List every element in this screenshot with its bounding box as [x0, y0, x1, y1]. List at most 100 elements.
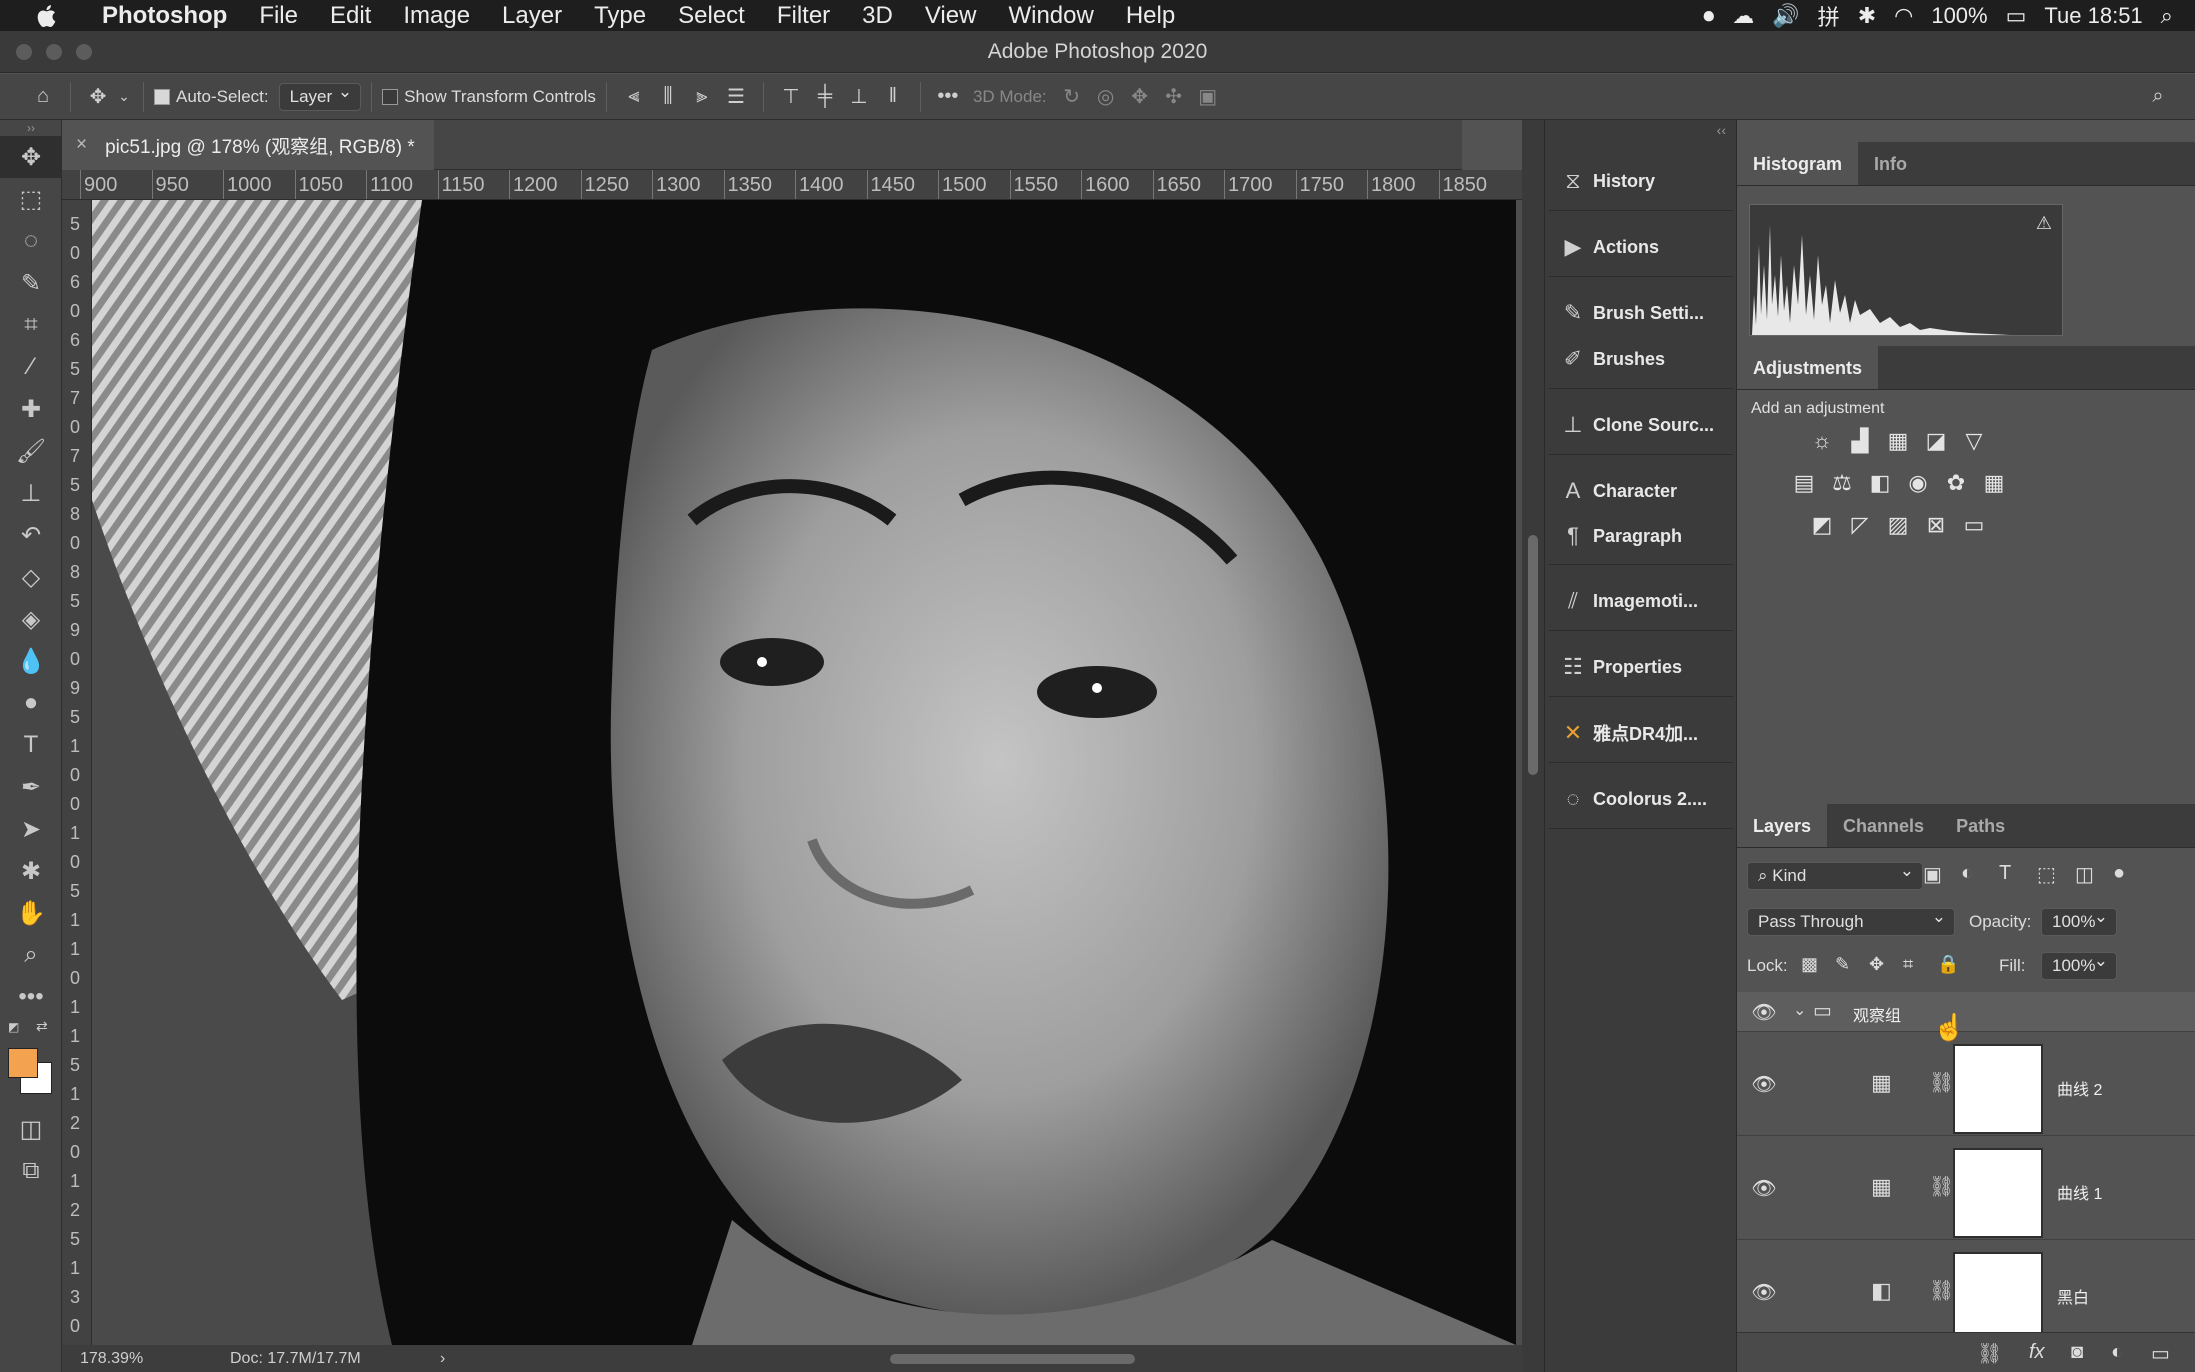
path-select-tool-icon[interactable]: ➤ — [0, 808, 62, 850]
volume-icon[interactable]: 🔊 — [1772, 3, 1799, 29]
default-colors-icon[interactable]: ◩ — [8, 1020, 19, 1034]
menu-edit[interactable]: Edit — [330, 2, 371, 30]
search-icon[interactable]: ⌕ — [2141, 80, 2175, 114]
levels-icon[interactable]: ▟ — [1845, 426, 1875, 456]
more-options-icon[interactable]: ••• — [931, 80, 965, 114]
blur-tool-icon[interactable]: 💧 — [0, 640, 62, 682]
dock-brushes[interactable]: ✐ Brushes — [1553, 338, 1731, 380]
add-mask-icon[interactable]: ◙ — [2071, 1341, 2083, 1364]
posterize-icon[interactable]: ◸ — [1845, 510, 1875, 540]
screen-record-icon[interactable]: ⏺ — [1703, 3, 1714, 29]
brush-tool-icon[interactable]: 🖌 — [0, 430, 62, 472]
battery-icon[interactable]: ▭ — [2006, 3, 2027, 29]
home-icon[interactable]: ⌂ — [26, 80, 60, 114]
menu-layer[interactable]: Layer — [502, 2, 562, 30]
vertical-scrollbar[interactable] — [1522, 120, 1544, 1372]
fill-input[interactable]: 100% — [2041, 951, 2117, 980]
filter-smart-object-icon[interactable]: ◫ — [2075, 862, 2094, 887]
dock-brush-settings[interactable]: ✎ Brush Setti... — [1553, 292, 1731, 334]
layer-row[interactable]: 👁 ◧ ⛓ 黑白 — [1737, 1240, 2195, 1344]
align-right-icon[interactable]: ⫸ — [685, 80, 719, 114]
window-minimize-button[interactable] — [46, 44, 62, 60]
auto-select-dropdown[interactable]: Layer — [278, 82, 362, 111]
menu-file[interactable]: File — [259, 2, 298, 30]
link-icon[interactable]: ⛓ — [1929, 1174, 1954, 1199]
wifi-icon[interactable]: ◠ — [1894, 3, 1913, 29]
selective-color-icon[interactable]: ⊠ — [1921, 510, 1951, 540]
menu-type[interactable]: Type — [594, 2, 646, 30]
menu-select[interactable]: Select — [678, 2, 745, 30]
curves-icon[interactable]: ▦ — [1883, 426, 1913, 456]
hand-tool-icon[interactable]: ✋ — [0, 892, 62, 934]
color-lookup-icon[interactable]: ▦ — [1979, 468, 2009, 498]
channel-mixer-icon[interactable]: ✿ — [1941, 468, 1971, 498]
blend-mode-dropdown[interactable]: Pass Through — [1747, 907, 1955, 936]
threshold-icon[interactable]: ▨ — [1883, 510, 1913, 540]
hue-saturation-icon[interactable]: ▤ — [1789, 468, 1819, 498]
dock-actions[interactable]: ▶ Actions — [1553, 226, 1731, 268]
spotlight-search-icon[interactable]: ⌕ — [2161, 3, 2173, 29]
horizontal-scrollbar-thumb[interactable] — [890, 1354, 1135, 1364]
tab-paths[interactable]: Paths — [1940, 804, 2021, 847]
menu-view[interactable]: View — [925, 2, 977, 30]
3d-camera-icon[interactable]: ▣ — [1191, 80, 1225, 114]
link-layers-icon[interactable]: ⛓ — [1977, 1341, 2002, 1366]
filter-kind-dropdown[interactable]: ⌕ Kind — [1747, 861, 1923, 890]
dock-collapse-icon[interactable]: ‹‹ — [1717, 122, 1726, 138]
edit-toolbar-icon[interactable]: ••• — [0, 976, 62, 1018]
exposure-icon[interactable]: ◪ — [1921, 426, 1951, 456]
lock-transparent-icon[interactable]: ▩ — [1801, 954, 1818, 975]
history-brush-tool-icon[interactable]: ↶ — [0, 514, 62, 556]
filter-shape-icon[interactable]: ⬚ — [2037, 862, 2056, 887]
shape-tool-icon[interactable]: ✱ — [0, 850, 62, 892]
lasso-tool-icon[interactable]: ◌ — [0, 220, 62, 262]
show-transform-checkbox[interactable] — [382, 88, 399, 105]
crop-tool-icon[interactable]: ⌗ — [0, 304, 62, 346]
layer-row[interactable]: 👁 ▦ ⛓ 曲线 1 — [1737, 1136, 2195, 1240]
invert-icon[interactable]: ◩ — [1807, 510, 1837, 540]
align-center-icon[interactable]: ⫼ — [651, 80, 685, 114]
distribute-vertical-icon[interactable]: ‖ — [876, 80, 910, 114]
layer-name[interactable]: 观察组 — [1853, 1002, 1901, 1026]
document-image[interactable] — [92, 200, 1516, 1345]
chevron-down-icon[interactable]: ⌄ — [1793, 1000, 1806, 1020]
menu-app-name[interactable]: Photoshop — [102, 2, 227, 30]
distribute-icon[interactable]: ☰ — [719, 80, 753, 114]
pen-tool-icon[interactable]: ✒ — [0, 766, 62, 808]
menu-help[interactable]: Help — [1126, 2, 1175, 30]
color-balance-icon[interactable]: ⚖ — [1827, 468, 1857, 498]
layer-mask-thumbnail[interactable] — [1953, 1148, 2043, 1238]
align-left-icon[interactable]: ⫷ — [617, 80, 651, 114]
layer-name[interactable]: 黑白 — [2057, 1284, 2089, 1308]
type-tool-icon[interactable]: T — [0, 724, 62, 766]
lock-all-icon[interactable]: 🔒 — [1937, 954, 1959, 975]
tab-info[interactable]: Info — [1858, 142, 1923, 185]
menu-3d[interactable]: 3D — [862, 2, 893, 30]
input-method-icon[interactable]: 拼 — [1818, 0, 1840, 32]
layer-name[interactable]: 曲线 1 — [2057, 1180, 2102, 1204]
dock-properties[interactable]: ☷ Properties — [1553, 646, 1731, 688]
align-top-icon[interactable]: ⊤ — [774, 80, 808, 114]
vibrance-icon[interactable]: ▽ — [1959, 426, 1989, 456]
menu-window[interactable]: Window — [1008, 2, 1093, 30]
tab-channels[interactable]: Channels — [1827, 804, 1940, 847]
lock-artboard-icon[interactable]: ⌗ — [1903, 954, 1913, 975]
apple-icon[interactable] — [32, 2, 64, 30]
marquee-tool-icon[interactable]: ⬚ — [0, 178, 62, 220]
menubar-clock[interactable]: Tue 18:51 — [2044, 3, 2142, 29]
chevron-down-icon[interactable]: ⌄ — [115, 80, 133, 114]
tab-histogram[interactable]: Histogram — [1737, 142, 1859, 185]
tab-adjustments[interactable]: Adjustments — [1737, 346, 1879, 389]
layer-mask-thumbnail[interactable] — [1953, 1252, 2043, 1342]
paint-bucket-tool-icon[interactable]: ◈ — [0, 598, 62, 640]
creative-cloud-icon[interactable]: ☁ — [1732, 3, 1754, 29]
menu-image[interactable]: Image — [403, 2, 470, 30]
toolbox-collapse-icon[interactable]: ›› — [0, 120, 62, 136]
filter-pixel-icon[interactable]: ▣ — [1923, 862, 1942, 887]
warning-icon[interactable]: ⚠ — [2036, 213, 2052, 234]
dock-coolorus[interactable]: ◌ Coolorus 2.... — [1553, 778, 1731, 820]
photo-filter-icon[interactable]: ◉ — [1903, 468, 1933, 498]
link-icon[interactable]: ⛓ — [1929, 1070, 1954, 1095]
eye-icon[interactable]: 👁 — [1749, 1072, 1779, 1097]
opacity-input[interactable]: 100% — [2041, 907, 2117, 936]
